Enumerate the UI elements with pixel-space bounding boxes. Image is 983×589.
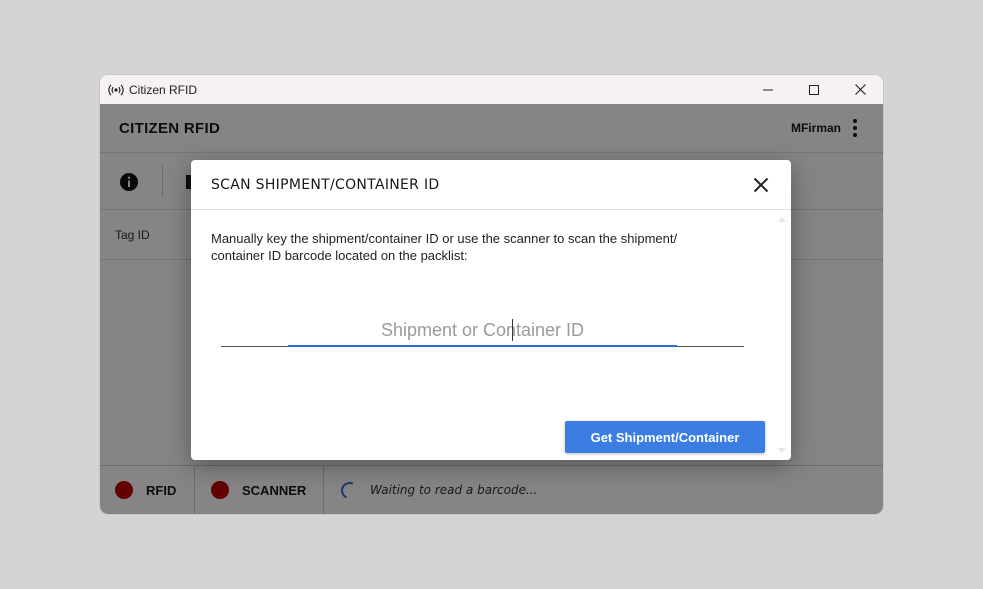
dialog-body: Manually key the shipment/container ID o…	[211, 230, 731, 264]
title-bar: Citizen RFID	[100, 75, 883, 104]
instructions-line-1: Manually key the shipment/container ID o…	[211, 231, 678, 246]
window-close-button[interactable]	[837, 75, 883, 104]
shipment-input-wrapper	[221, 315, 744, 347]
scroll-down-arrow-icon[interactable]	[775, 444, 789, 458]
maximize-icon	[809, 84, 819, 95]
close-icon	[854, 84, 866, 95]
scroll-up-arrow-icon[interactable]	[775, 212, 789, 226]
dialog-instructions: Manually key the shipment/container ID o…	[211, 230, 731, 264]
minimize-button[interactable]	[745, 75, 791, 104]
minimize-icon	[763, 89, 773, 90]
get-shipment-button[interactable]: Get Shipment/Container	[565, 421, 765, 453]
close-icon	[753, 177, 769, 193]
input-focus-indicator	[288, 345, 677, 347]
text-caret	[512, 319, 513, 341]
dialog-header: SCAN SHIPMENT/CONTAINER ID	[191, 160, 791, 210]
window-title: Citizen RFID	[129, 82, 198, 97]
window-controls	[745, 75, 883, 104]
shipment-container-id-input[interactable]	[221, 315, 744, 345]
scan-shipment-dialog: SCAN SHIPMENT/CONTAINER ID Manually key …	[191, 160, 791, 460]
instructions-line-2: container ID barcode located on the pack…	[211, 248, 468, 263]
dialog-close-button[interactable]	[753, 177, 769, 193]
dialog-title: SCAN SHIPMENT/CONTAINER ID	[211, 176, 440, 193]
maximize-button[interactable]	[791, 75, 837, 104]
rfid-broadcast-icon	[108, 82, 124, 98]
